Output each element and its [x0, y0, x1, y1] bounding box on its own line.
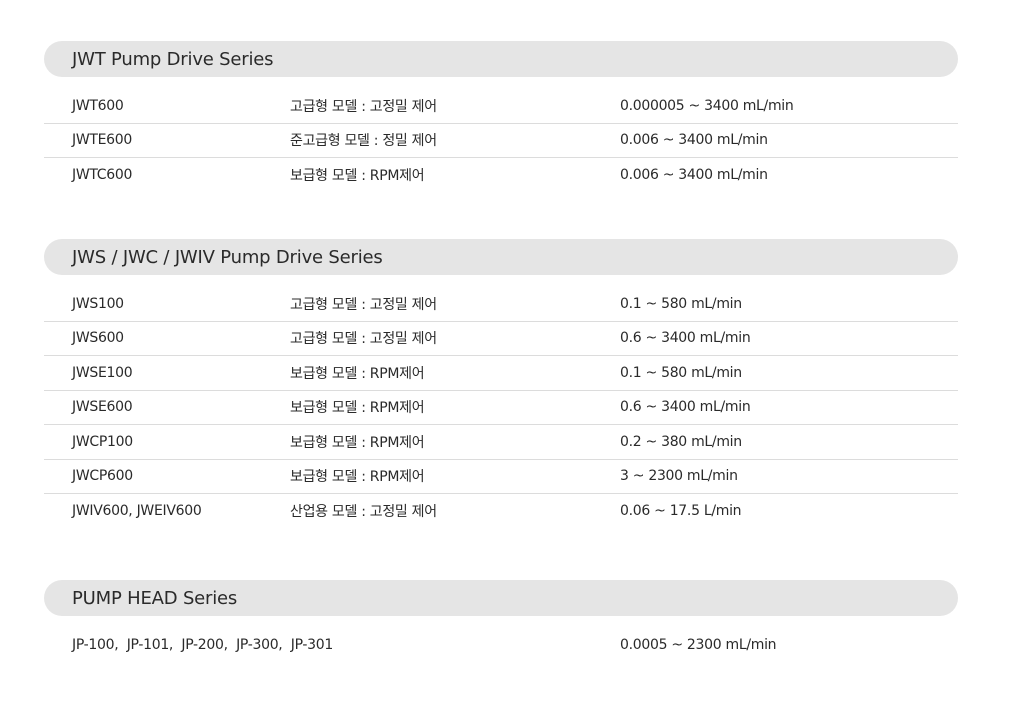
table-row: JWS100 고급형 모델 : 고정밀 제어 0.1 ~ 580 mL/min	[44, 287, 958, 322]
model-description: 준고급형 모델 : 정밀 제어	[290, 133, 437, 150]
section-header: JWS / JWC / JWIV Pump Drive Series	[44, 239, 958, 275]
model-name: JWIV600, JWEIV600	[72, 503, 202, 520]
model-description: 고급형 모델 : 고정밀 제어	[290, 98, 437, 115]
table-row: JWCP100 보급형 모델 : RPM제어 0.2 ~ 380 mL/min	[44, 425, 958, 460]
model-name: JWSE100	[72, 364, 133, 381]
model-description: 보급형 모델 : RPM제어	[290, 434, 425, 451]
table-row: JWCP600 보급형 모델 : RPM제어 3 ~ 2300 mL/min	[44, 460, 958, 494]
model-name: JP-100, JP-101, JP-200, JP-300, JP-301	[72, 637, 333, 654]
flow-range: 0.2 ~ 380 mL/min	[620, 433, 742, 450]
model-name: JWS100	[72, 295, 124, 312]
model-name: JWTE600	[72, 132, 132, 149]
flow-range: 0.1 ~ 580 mL/min	[620, 295, 742, 312]
spec-table: JWS100 고급형 모델 : 고정밀 제어 0.1 ~ 580 mL/min …	[44, 287, 958, 529]
flow-range: 0.6 ~ 3400 mL/min	[620, 399, 751, 416]
table-row: JWTC600 보급형 모델 : RPM제어 0.006 ~ 3400 mL/m…	[44, 158, 958, 193]
model-description: 보급형 모델 : RPM제어	[290, 365, 425, 382]
model-description: 보급형 모델 : RPM제어	[290, 469, 425, 486]
flow-range: 0.6 ~ 3400 mL/min	[620, 330, 751, 347]
flow-range: 0.06 ~ 17.5 L/min	[620, 503, 742, 520]
table-row: JWSE100 보급형 모델 : RPM제어 0.1 ~ 580 mL/min	[44, 356, 958, 391]
table-row: JWIV600, JWEIV600 산업용 모델 : 고정밀 제어 0.06 ~…	[44, 494, 958, 529]
table-row: JWS600 고급형 모델 : 고정밀 제어 0.6 ~ 3400 mL/min	[44, 322, 958, 356]
flow-range: 0.006 ~ 3400 mL/min	[620, 132, 768, 149]
table-row: JWTE600 준고급형 모델 : 정밀 제어 0.006 ~ 3400 mL/…	[44, 124, 958, 158]
model-name: JWCP600	[72, 468, 133, 485]
flow-range: 0.000005 ~ 3400 mL/min	[620, 97, 794, 114]
model-description: 고급형 모델 : 고정밀 제어	[290, 331, 437, 348]
spec-table: JP-100, JP-101, JP-200, JP-300, JP-301 0…	[44, 628, 958, 663]
section-pump-head: PUMP HEAD Series JP-100, JP-101, JP-200,…	[44, 580, 958, 663]
model-description: 보급형 모델 : RPM제어	[290, 400, 425, 417]
table-row: JWSE600 보급형 모델 : RPM제어 0.6 ~ 3400 mL/min	[44, 391, 958, 425]
section-header: JWT Pump Drive Series	[44, 41, 958, 77]
model-name: JWT600	[72, 97, 124, 114]
model-description: 산업용 모델 : 고정밀 제어	[290, 504, 437, 521]
model-name: JWS600	[72, 330, 124, 347]
table-row: JP-100, JP-101, JP-200, JP-300, JP-301 0…	[44, 628, 958, 663]
section-header: PUMP HEAD Series	[44, 580, 958, 616]
section-title: JWT Pump Drive Series	[72, 48, 274, 70]
section-jwt-pump-drive: JWT Pump Drive Series JWT600 고급형 모델 : 고정…	[44, 41, 958, 193]
model-name: JWCP100	[72, 433, 133, 450]
model-name: JWTC600	[72, 167, 133, 184]
model-description: 보급형 모델 : RPM제어	[290, 168, 425, 185]
section-jws-jwc-jwiv-pump-drive: JWS / JWC / JWIV Pump Drive Series JWS10…	[44, 239, 958, 529]
flow-range: 3 ~ 2300 mL/min	[620, 468, 738, 485]
table-row: JWT600 고급형 모델 : 고정밀 제어 0.000005 ~ 3400 m…	[44, 89, 958, 124]
model-name: JWSE600	[72, 399, 133, 416]
flow-range: 0.0005 ~ 2300 mL/min	[620, 637, 777, 654]
flow-range: 0.1 ~ 580 mL/min	[620, 364, 742, 381]
section-title: PUMP HEAD Series	[72, 587, 238, 609]
flow-range: 0.006 ~ 3400 mL/min	[620, 167, 768, 184]
spec-table: JWT600 고급형 모델 : 고정밀 제어 0.000005 ~ 3400 m…	[44, 89, 958, 193]
model-description: 고급형 모델 : 고정밀 제어	[290, 296, 437, 313]
section-title: JWS / JWC / JWIV Pump Drive Series	[72, 246, 383, 268]
